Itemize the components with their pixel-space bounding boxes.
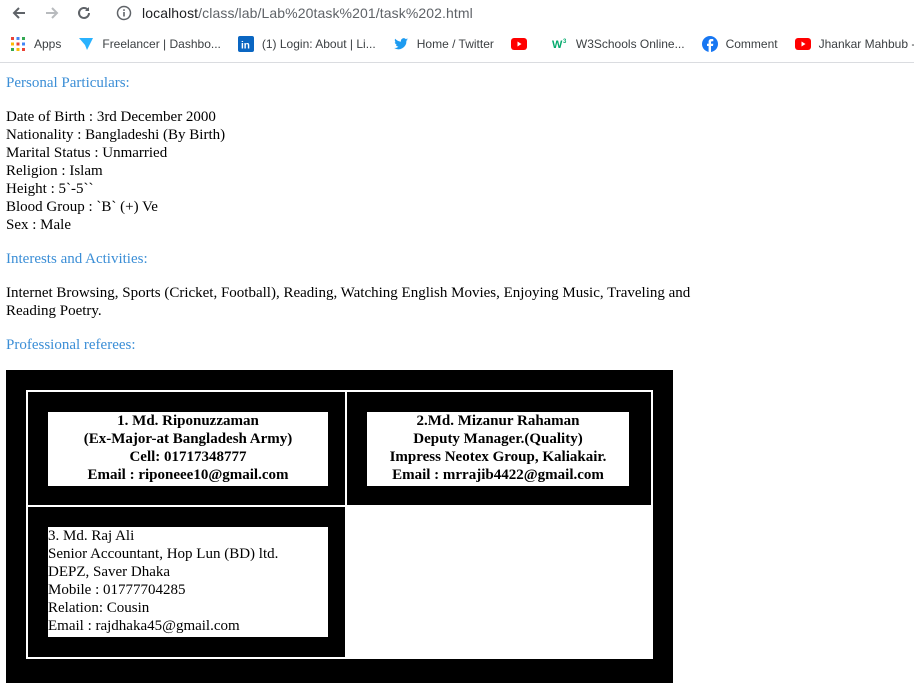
- url-host: localhost: [142, 5, 199, 21]
- referee-line: Relation: Cousin: [48, 600, 150, 616]
- personal-line: Religion : Islam: [6, 163, 103, 179]
- referee-line: Senior Accountant, Hop Lun (BD) ltd.: [48, 546, 279, 562]
- bookmark-jhankar[interactable]: Jhankar Mahbub -...: [794, 36, 914, 52]
- facebook-icon: [701, 36, 718, 52]
- reload-icon: [78, 6, 90, 19]
- personal-line: Height : 5`-5``: [6, 181, 94, 197]
- bookmark-linkedin[interactable]: in (1) Login: About | Li...: [237, 36, 376, 52]
- referee-line: Impress Neotex Group, Kaliakair.: [389, 449, 607, 465]
- bookmark-label: Freelancer | Dashbo...: [102, 37, 221, 51]
- freelancer-icon: [78, 36, 94, 52]
- personal-line: Nationality : Bangladeshi (By Birth): [6, 127, 226, 143]
- referee-line: Deputy Manager.(Quality): [413, 431, 583, 447]
- reload-button[interactable]: [73, 2, 95, 24]
- referee-line: (Ex-Major-at Bangladesh Army): [83, 431, 293, 447]
- browser-toolbar: localhost/class/lab/Lab%20task%201/task%…: [0, 0, 914, 28]
- referee-card-3: 3. Md. Raj Ali Senior Accountant, Hop Lu…: [48, 527, 328, 637]
- url-text: localhost/class/lab/Lab%20task%201/task%…: [142, 5, 473, 21]
- twitter-icon: [393, 36, 409, 52]
- bookmarks-bar: Apps Freelancer | Dashbo... in (1) Login…: [0, 31, 914, 57]
- bookmark-label: Home / Twitter: [416, 37, 494, 51]
- youtube-icon: [510, 36, 527, 52]
- referee-line: 3. Md. Raj Ali: [48, 528, 135, 544]
- referee-cell-1: 1. Md. Riponuzzaman (Ex-Major-at Banglad…: [26, 390, 347, 507]
- forward-arrow-icon: [46, 7, 59, 19]
- personal-particulars-heading: Personal Particulars:: [6, 75, 130, 91]
- referee-line: Email : mrrajib4422@gmail.com: [392, 467, 604, 483]
- address-bar[interactable]: localhost/class/lab/Lab%20task%201/task%…: [104, 0, 914, 26]
- personal-line: Marital Status : Unmarried: [6, 145, 168, 161]
- apps-grid-icon: [10, 36, 26, 52]
- referee-cell-2: 2.Md. Mizanur Rahaman Deputy Manager.(Qu…: [345, 390, 653, 507]
- empty-cell: [345, 505, 653, 659]
- back-button[interactable]: [8, 2, 30, 24]
- svg-text:in: in: [241, 41, 250, 52]
- svg-text:3: 3: [563, 39, 567, 45]
- bookmark-label: Comment: [725, 37, 778, 51]
- url-path: /class/lab/Lab%20task%201/task%202.html: [198, 5, 473, 21]
- bookmark-freelancer[interactable]: Freelancer | Dashbo...: [78, 36, 221, 52]
- referee-card-1: 1. Md. Riponuzzaman (Ex-Major-at Banglad…: [48, 412, 328, 486]
- personal-line: Sex : Male: [6, 217, 71, 233]
- bookmark-label: W3Schools Online...: [575, 37, 685, 51]
- referees-heading: Professional referees:: [6, 337, 136, 353]
- referee-card-2: 2.Md. Mizanur Rahaman Deputy Manager.(Qu…: [367, 412, 629, 486]
- youtube-icon: [794, 36, 811, 52]
- forward-button[interactable]: [41, 2, 63, 24]
- personal-particulars-list: Date of Birth : 3rd December 2000 Nation…: [6, 108, 225, 234]
- referee-line: Email : rajdhaka45@gmail.com: [48, 618, 240, 634]
- w3schools-icon: W3: [552, 36, 568, 52]
- svg-text:W: W: [552, 39, 563, 51]
- bookmark-label: Apps: [34, 37, 62, 51]
- personal-line: Blood Group : `B` (+) Ve: [6, 199, 158, 215]
- referee-line: Email : riponeee10@gmail.com: [87, 467, 289, 483]
- interests-heading: Interests and Activities:: [6, 251, 148, 267]
- bookmark-youtube[interactable]: [510, 36, 535, 52]
- interests-text: Internet Browsing, Sports (Cricket, Foot…: [6, 285, 691, 319]
- bookmark-twitter[interactable]: Home / Twitter: [393, 36, 494, 52]
- bookmark-label: (1) Login: About | Li...: [261, 37, 376, 51]
- bookmark-w3schools[interactable]: W3 W3Schools Online...: [552, 36, 685, 52]
- referee-line: 2.Md. Mizanur Rahaman: [416, 413, 580, 429]
- toolbar-divider: [0, 62, 914, 63]
- info-icon: [116, 5, 132, 21]
- back-arrow-icon: [12, 7, 25, 19]
- referee-line: Cell: 01717348777: [129, 449, 247, 465]
- bookmark-facebook[interactable]: Comment: [701, 36, 778, 52]
- referees-table: 1. Md. Riponuzzaman (Ex-Major-at Banglad…: [6, 370, 673, 683]
- referee-cell-3: 3. Md. Raj Ali Senior Accountant, Hop Lu…: [26, 505, 347, 659]
- bookmark-label: Jhankar Mahbub -...: [818, 37, 914, 51]
- referee-line: 1. Md. Riponuzzaman: [117, 413, 259, 429]
- linkedin-icon: in: [237, 36, 254, 52]
- bookmark-apps[interactable]: Apps: [10, 36, 61, 52]
- personal-line: Date of Birth : 3rd December 2000: [6, 109, 216, 125]
- referee-line: DEPZ, Saver Dhaka: [48, 564, 171, 580]
- referee-line: Mobile : 01777704285: [48, 582, 186, 598]
